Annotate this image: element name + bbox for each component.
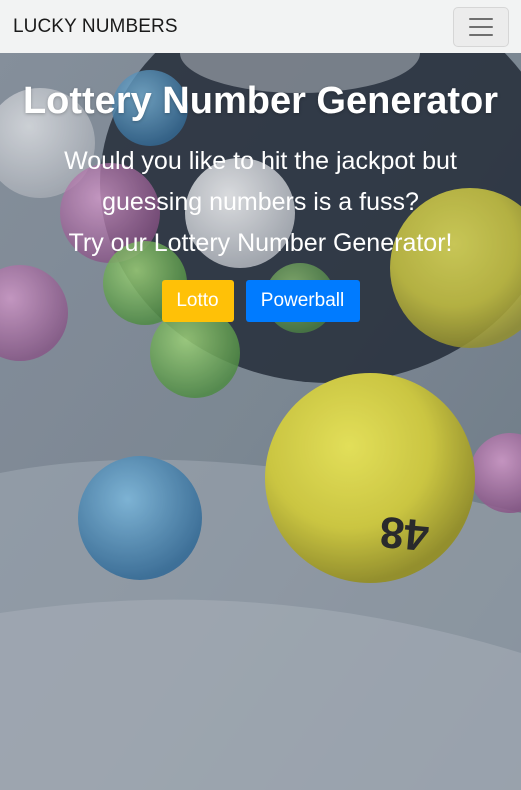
hero-subtitle: Would you like to hit the jackpot but gu… bbox=[0, 141, 521, 264]
hero-section: 48 Lottery Number Generator Would you li… bbox=[0, 53, 521, 790]
menu-bar bbox=[469, 17, 493, 20]
lotto-button[interactable]: Lotto bbox=[161, 280, 234, 322]
menu-bar bbox=[469, 33, 493, 36]
powerball-button[interactable]: Powerball bbox=[245, 280, 360, 322]
hero-content: Lottery Number Generator Would you like … bbox=[0, 78, 521, 322]
page-title: Lottery Number Generator bbox=[22, 80, 499, 122]
hamburger-menu-icon[interactable] bbox=[453, 6, 509, 47]
menu-bar bbox=[469, 25, 493, 28]
generator-buttons: Lotto Powerball bbox=[0, 280, 521, 322]
subtitle-line1: Would you like to hit the jackpot but gu… bbox=[64, 147, 457, 216]
subtitle-line2: Try our Lottery Number Generator! bbox=[68, 229, 453, 257]
navbar: LUCKY NUMBERS bbox=[0, 0, 521, 53]
brand-logo[interactable]: LUCKY NUMBERS bbox=[13, 16, 178, 38]
